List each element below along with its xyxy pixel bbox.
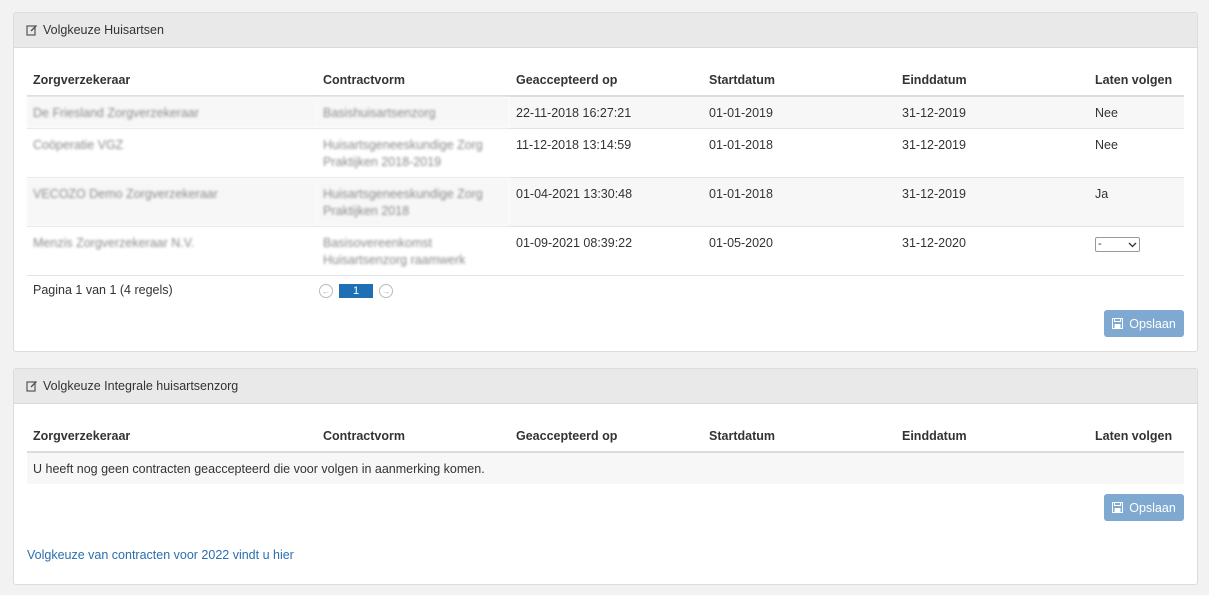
prev-page-icon[interactable]: ← (319, 284, 333, 298)
save-button[interactable]: Opslaan (1104, 310, 1184, 337)
contracts-table: Zorgverzekeraar Contractvorm Geaccepteer… (27, 47, 1184, 276)
pagination-info: Pagina 1 van 1 (4 regels) (33, 283, 173, 297)
cell-start: 01-01-2018 (703, 177, 896, 227)
col-header-geaccepteerd-op[interactable]: Geaccepteerd op (510, 403, 703, 453)
col-header-zorgverzekeraar[interactable]: Zorgverzekeraar (27, 403, 317, 453)
cell-end: 31-12-2020 (896, 226, 1089, 276)
table-row: VECOZO Demo Zorgverzekeraar Huisartsgene… (27, 177, 1184, 227)
col-header-startdatum[interactable]: Startdatum (703, 403, 896, 453)
empty-message: U heeft nog geen contracten geaccepteerd… (27, 451, 1184, 484)
cell-contract: Basisovereenkomst Huisartsenzorg raamwer… (317, 226, 510, 276)
cell-accepted: 01-09-2021 08:39:22 (510, 226, 703, 276)
cell-start: 01-01-2019 (703, 95, 896, 129)
save-button-label: Opslaan (1129, 500, 1176, 515)
cell-insurer: De Friesland Zorgverzekeraar (27, 95, 317, 129)
save-icon (1112, 318, 1124, 329)
col-header-contractvorm[interactable]: Contractvorm (317, 47, 510, 97)
cell-contract: Huisartsgeneeskundige Zorg Praktijken 20… (317, 177, 510, 227)
col-header-zorgverzekeraar[interactable]: Zorgverzekeraar (27, 47, 317, 97)
save-button-label: Opslaan (1129, 316, 1176, 331)
contracts-table: Zorgverzekeraar Contractvorm Geaccepteer… (27, 403, 1184, 484)
cell-insurer: Menzis Zorgverzekeraar N.V. (27, 226, 317, 276)
select-value: - (1098, 238, 1102, 250)
cell-accepted: 22-11-2018 16:27:21 (510, 95, 703, 129)
panel-title: Volgkeuze Huisartsen (43, 23, 164, 37)
col-header-laten-volgen[interactable]: Laten volgen (1089, 403, 1184, 453)
pagination: ← 1 → (319, 284, 393, 298)
cell-contract: Huisartsgeneeskundige Zorg Praktijken 20… (317, 128, 510, 178)
cell-follow: Nee (1089, 128, 1184, 178)
panel-title: Volgkeuze Integrale huisartsenzorg (43, 379, 239, 393)
table-row: Coöperatie VGZ Huisartsgeneeskundige Zor… (27, 128, 1184, 178)
save-icon (1112, 502, 1124, 513)
next-page-icon[interactable]: → (379, 284, 393, 298)
save-button[interactable]: Opslaan (1104, 494, 1184, 521)
cell-insurer: VECOZO Demo Zorgverzekeraar (27, 177, 317, 227)
edit-icon (26, 380, 38, 392)
cell-accepted: 11-12-2018 13:14:59 (510, 128, 703, 178)
panel-heading: Volgkeuze Integrale huisartsenzorg (14, 369, 1197, 404)
col-header-contractvorm[interactable]: Contractvorm (317, 403, 510, 453)
cell-contract: Basishuisartsenzorg (317, 95, 510, 129)
col-header-geaccepteerd-op[interactable]: Geaccepteerd op (510, 47, 703, 97)
table-row: U heeft nog geen contracten geaccepteerd… (27, 451, 1184, 484)
cell-accepted: 01-04-2021 13:30:48 (510, 177, 703, 227)
laten-volgen-select[interactable]: - (1095, 237, 1140, 252)
cell-follow: - (1089, 226, 1184, 276)
page-number-current[interactable]: 1 (339, 284, 373, 298)
col-header-einddatum[interactable]: Einddatum (896, 47, 1089, 97)
cell-start: 01-01-2018 (703, 128, 896, 178)
cell-start: 01-05-2020 (703, 226, 896, 276)
col-header-startdatum[interactable]: Startdatum (703, 47, 896, 97)
cell-insurer: Coöperatie VGZ (27, 128, 317, 178)
col-header-einddatum[interactable]: Einddatum (896, 403, 1089, 453)
panel-heading: Volgkeuze Huisartsen (14, 13, 1197, 48)
cell-end: 31-12-2019 (896, 95, 1089, 129)
cell-end: 31-12-2019 (896, 128, 1089, 178)
table-row: De Friesland Zorgverzekeraar Basishuisar… (27, 95, 1184, 129)
volgkeuze-huisartsen-panel: Volgkeuze Huisartsen Zorgverzekeraar Con… (13, 12, 1198, 352)
cell-follow: Nee (1089, 95, 1184, 129)
table-row: Menzis Zorgverzekeraar N.V. Basisovereen… (27, 226, 1184, 276)
contracts-2022-link[interactable]: Volgkeuze van contracten voor 2022 vindt… (27, 548, 294, 562)
edit-icon (26, 24, 38, 36)
chevron-down-icon (1128, 242, 1137, 247)
cell-follow: Ja (1089, 177, 1184, 227)
cell-end: 31-12-2019 (896, 177, 1089, 227)
col-header-laten-volgen[interactable]: Laten volgen (1089, 47, 1184, 97)
volgkeuze-integrale-panel: Volgkeuze Integrale huisartsenzorg Zorgv… (13, 368, 1198, 585)
